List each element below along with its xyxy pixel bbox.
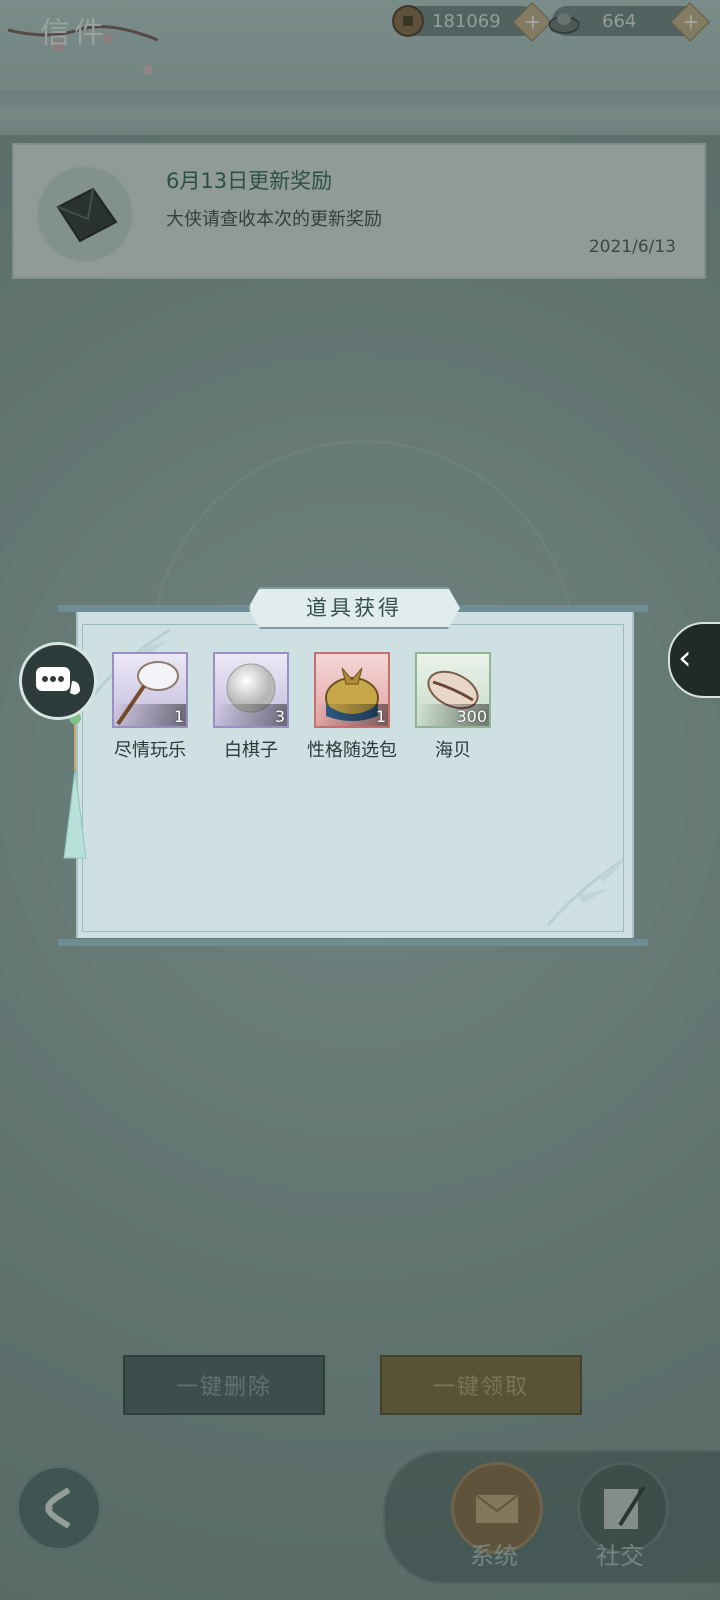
chevron-left-icon: ‹ <box>678 638 692 678</box>
item-icon-frame: 1 <box>112 652 188 728</box>
item-name: 白棋子 <box>224 740 278 761</box>
scroll-rod-bottom <box>58 939 648 946</box>
bamboo-decoration-icon <box>546 858 624 926</box>
item-count: 1 <box>375 707 386 726</box>
item-name: 尽情玩乐 <box>114 740 186 761</box>
item-name: 海贝 <box>435 740 471 761</box>
item-count: 300 <box>456 707 487 726</box>
item-obtained-dialog: 道具获得 1 尽情玩乐 3 白棋子 1 性格随选包 300 海贝 <box>58 587 648 946</box>
jade-tassel-icon <box>63 710 87 859</box>
item-icon-frame: 1 <box>314 652 390 728</box>
dialog-title: 道具获得 <box>306 596 402 620</box>
item-count: 1 <box>173 707 184 726</box>
item-name: 性格随选包 <box>307 740 397 761</box>
item-count: 3 <box>274 707 285 726</box>
item-icon-frame: 3 <box>213 652 289 728</box>
chat-icon <box>36 667 80 695</box>
chat-button[interactable] <box>19 642 97 720</box>
item-icon-frame: 300 <box>415 652 491 728</box>
